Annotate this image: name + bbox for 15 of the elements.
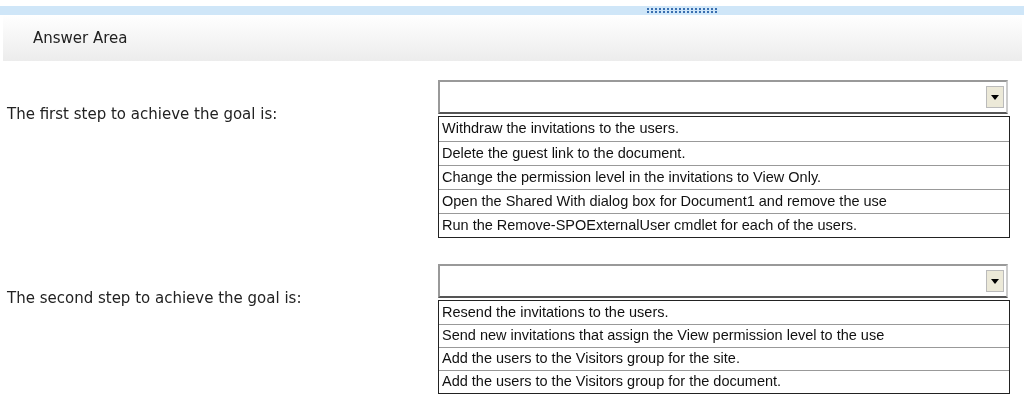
header-title: Answer Area xyxy=(33,27,128,49)
option-item[interactable]: Add the users to the Visitors group for the site. xyxy=(439,347,1009,370)
dropdown[interactable] xyxy=(438,264,1008,298)
dropdown[interactable] xyxy=(438,80,1008,114)
option-item[interactable]: Run the Remove-SPOExternalUser cmdlet for each of the users. xyxy=(439,213,1009,237)
question-label: The second step to achieve the goal is: xyxy=(7,289,302,307)
option-item[interactable]: Change the permission level in the invitations to View Only. xyxy=(439,165,1009,189)
question-label: The first step to achieve the goal is: xyxy=(7,105,278,123)
option-item[interactable]: Add the users to the Visitors group for the document. xyxy=(439,370,1009,393)
option-item[interactable]: Open the Shared With dialog box for Document1 and remove the use xyxy=(439,189,1009,213)
option-item[interactable]: Send new invitations that assign the View permission level to the use xyxy=(439,324,1009,347)
option-item[interactable]: Delete the guest link to the document. xyxy=(439,141,1009,165)
option-item[interactable]: Withdraw the invitations to the users. xyxy=(439,117,1009,141)
option-item[interactable]: Resend the invitations to the users. xyxy=(439,301,1009,324)
grip-icon[interactable] xyxy=(647,7,717,14)
